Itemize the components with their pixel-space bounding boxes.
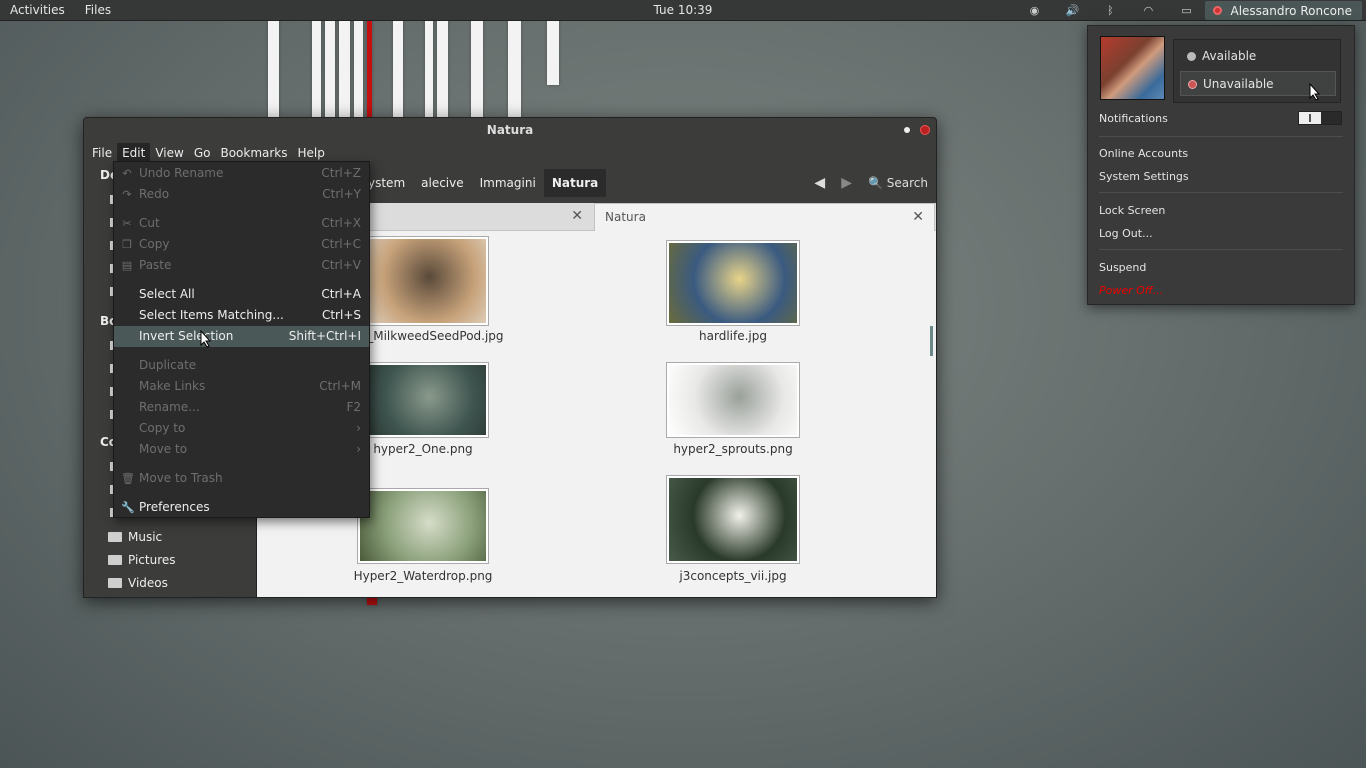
file-thumbnail[interactable] [357, 362, 489, 438]
forward-arrow-icon[interactable]: ▶ [841, 175, 852, 191]
submenu-arrow-icon: › [356, 442, 361, 456]
trash-icon: 🗑 [121, 472, 135, 485]
menu-item-redo[interactable]: ↷ Redo Ctrl+Y [114, 184, 369, 205]
volume-icon[interactable]: 🔊 [1053, 4, 1091, 17]
folder-icon [108, 555, 122, 565]
menu-item-move-to[interactable]: Move to › [114, 439, 369, 460]
close-window-button[interactable] [920, 125, 930, 135]
status-tray: ◉ 🔊 ᛒ ◠ ▭ Alessandro Roncone [1015, 0, 1366, 21]
avatar[interactable] [1100, 36, 1165, 100]
sidebar-item-label: Videos [128, 576, 168, 590]
lock-screen-item[interactable]: Lock Screen [1099, 204, 1165, 217]
search-button[interactable]: 🔍 Search [868, 176, 928, 190]
scrollbar[interactable] [930, 326, 933, 356]
file-thumbnail[interactable] [666, 475, 800, 564]
menu-item-rename[interactable]: Rename... F2 [114, 397, 369, 418]
breadcrumb-immagini[interactable]: Immagini [472, 169, 544, 197]
available-icon [1187, 52, 1196, 61]
window-titlebar[interactable]: Natura [84, 118, 936, 143]
search-label: Search [886, 176, 928, 190]
menubar: File Edit View Go Bookmarks Help [84, 143, 936, 163]
sidebar-item-label: Pictures [128, 553, 176, 567]
system-settings-item[interactable]: System Settings [1099, 170, 1189, 183]
folder-icon [108, 532, 122, 542]
menu-item-cut[interactable]: ✂ Cut Ctrl+X [114, 213, 369, 234]
wifi-icon[interactable]: ◠ [1129, 4, 1167, 17]
file-name[interactable]: Hyper2_Waterdrop.png [313, 569, 533, 583]
copy-icon: ❐ [122, 238, 132, 251]
unavailable-icon [1188, 80, 1197, 89]
bluetooth-icon[interactable]: ᛒ [1091, 4, 1129, 17]
submenu-arrow-icon: › [356, 421, 361, 435]
menu-item-move-to-trash[interactable]: 🗑 Move to Trash [114, 468, 369, 489]
user-status-icon [1213, 6, 1223, 15]
file-thumbnail[interactable] [357, 488, 489, 564]
notifications-toggle[interactable] [1298, 111, 1342, 125]
suspend-item[interactable]: Suspend [1099, 261, 1146, 274]
mouse-cursor-icon [1309, 83, 1321, 101]
status-available[interactable]: Available [1180, 44, 1336, 69]
mouse-cursor-icon [200, 330, 212, 348]
edit-menu: ↶ Undo Rename Ctrl+Z ↷ Redo Ctrl+Y ✂ Cut… [113, 161, 370, 518]
tab-natura[interactable]: Natura ✕ [594, 203, 935, 231]
log-out-item[interactable]: Log Out... [1099, 227, 1153, 240]
window-title: Natura [486, 123, 534, 137]
user-menu-popup: Available Unavailable Notifications Onli… [1087, 25, 1355, 305]
back-arrow-icon[interactable]: ◀ [814, 175, 825, 191]
folder-icon [108, 578, 122, 588]
app-menu-button[interactable]: Files [75, 3, 121, 17]
top-panel: Activities Files Tue 10:39 ◉ 🔊 ᛒ ◠ ▭ Ale… [0, 0, 1366, 21]
menu-item-preferences[interactable]: 🔧 Preferences [114, 497, 369, 518]
menu-help[interactable]: Help [293, 143, 330, 163]
menu-item-invert-selection[interactable]: Invert Selection Shift+Ctrl+I [114, 326, 369, 347]
menu-item-duplicate[interactable]: Duplicate [114, 355, 369, 376]
menu-bookmarks[interactable]: Bookmarks [215, 143, 292, 163]
menu-edit[interactable]: Edit [117, 143, 151, 163]
close-icon[interactable]: ✕ [571, 203, 583, 229]
accessibility-icon[interactable]: ◉ [1015, 4, 1053, 17]
sidebar-item-pictures[interactable]: Pictures [108, 553, 176, 567]
menu-item-paste[interactable]: ▤ Paste Ctrl+V [114, 255, 369, 276]
file-thumbnail[interactable] [357, 236, 489, 326]
battery-icon[interactable]: ▭ [1167, 4, 1205, 17]
breadcrumb-alecive[interactable]: alecive [413, 169, 472, 197]
user-name: Alessandro Roncone [1230, 3, 1352, 18]
notifications-label: Notifications [1099, 112, 1168, 125]
undo-icon: ↶ [122, 167, 132, 180]
file-thumbnail[interactable] [666, 362, 800, 438]
file-name[interactable]: hyper2_sprouts.png [623, 442, 843, 456]
paste-icon: ▤ [121, 259, 133, 272]
sidebar-item-music[interactable]: Music [108, 530, 162, 544]
user-menu-button[interactable]: Alessandro Roncone [1205, 1, 1362, 20]
online-accounts-item[interactable]: Online Accounts [1099, 147, 1188, 160]
menu-item-select-all[interactable]: Select All Ctrl+A [114, 284, 369, 305]
file-name[interactable]: hardlife.jpg [623, 329, 843, 343]
file-name[interactable]: j3concepts_vii.jpg [623, 569, 843, 583]
search-icon: 🔍 [867, 176, 883, 190]
file-thumbnail[interactable] [666, 240, 800, 326]
breadcrumb-natura[interactable]: Natura [543, 169, 607, 197]
sidebar-item-videos[interactable]: Videos [108, 576, 168, 590]
menu-item-select-items-matching[interactable]: Select Items Matching... Ctrl+S [114, 305, 369, 326]
menu-item-undo-rename[interactable]: ↶ Undo Rename Ctrl+Z [114, 163, 369, 184]
activities-button[interactable]: Activities [0, 3, 75, 17]
scissors-icon: ✂ [122, 217, 132, 230]
power-off-item[interactable]: Power Off... [1099, 284, 1163, 297]
close-icon[interactable]: ✕ [912, 204, 924, 230]
menu-item-copy-to[interactable]: Copy to › [114, 418, 369, 439]
sidebar-item-label: Music [128, 530, 163, 544]
menu-item-make-links[interactable]: Make Links Ctrl+M [114, 376, 369, 397]
redo-icon: ↷ [122, 188, 132, 201]
menu-view[interactable]: View [150, 143, 188, 163]
tab-label: Natura [605, 210, 646, 224]
wrench-icon: 🔧 [121, 501, 135, 514]
minimize-button[interactable] [904, 127, 910, 133]
menu-file[interactable]: File [87, 143, 117, 163]
menu-go[interactable]: Go [189, 143, 216, 163]
clock[interactable]: Tue 10:39 [654, 3, 713, 17]
menu-item-copy[interactable]: ❐ Copy Ctrl+C [114, 234, 369, 255]
